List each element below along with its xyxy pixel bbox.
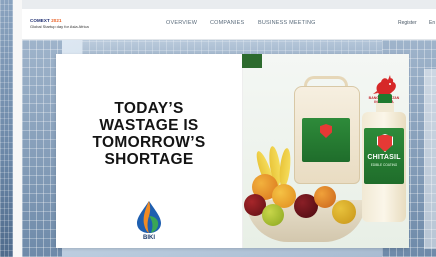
brand-tagline: Global Startup day for Asia Africa — [30, 24, 89, 29]
brand-logo[interactable]: COMEXT 2021 Global Startup day for Asia … — [30, 18, 89, 29]
window-divider — [13, 0, 22, 257]
brand-name-part-a: COMEXT — [30, 18, 50, 23]
nav-overview[interactable]: OVERVIEW — [166, 20, 197, 26]
product-name: CHITASIL — [367, 154, 401, 161]
language-link[interactable]: En — [429, 20, 435, 26]
register-link[interactable]: Register — [398, 20, 417, 26]
headline-line-3: TOMORROW’S — [92, 134, 206, 151]
left-background-building — [0, 0, 13, 257]
headline-line-4: SHORTAGE — [104, 151, 194, 168]
biki-drop-logo-icon — [137, 201, 161, 233]
pear-fruit — [332, 200, 356, 224]
shield-icon — [377, 134, 393, 152]
hero-banner[interactable]: TODAY’S WASTAGE IS TOMORROW’S SHORTAGE B… — [56, 54, 409, 248]
orange-fruit — [314, 186, 336, 208]
product-bottle: CHITASIL EDIBLE COATING — [362, 94, 406, 222]
browser-page: COMEXT 2021 Global Startup day for Asia … — [22, 9, 436, 257]
carousel-next-edge[interactable] — [424, 69, 436, 249]
product-subtitle: EDIBLE COATING — [370, 163, 398, 167]
jug-shield-icon — [320, 124, 332, 138]
top-navbar: COMEXT 2021 Global Startup day for Asia … — [22, 9, 436, 40]
headline-line-2: WASTAGE IS — [99, 117, 199, 134]
brand-name: COMEXT 2021 — [30, 18, 89, 23]
lime-fruit — [262, 204, 284, 226]
brand-name-year: 2021 — [49, 18, 62, 23]
jug-label — [302, 118, 350, 162]
biki-label: BIKI — [143, 235, 155, 241]
nav-business-meeting[interactable]: BUSINESS MEETING — [258, 20, 316, 26]
banner-headline: TODAY’S WASTAGE IS TOMORROW’S SHORTAGE — [56, 100, 242, 168]
bottle-label: CHITASIL EDIBLE COATING — [364, 128, 404, 184]
nav-companies[interactable]: COMPANIES — [210, 20, 244, 26]
corner-tag — [242, 54, 262, 68]
headline-line-1: TODAY’S — [114, 100, 184, 117]
